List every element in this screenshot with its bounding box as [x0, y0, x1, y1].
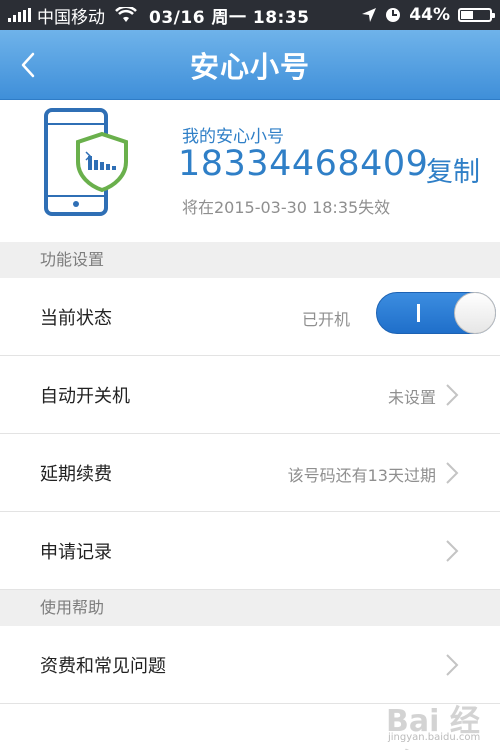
- row-current-status: 当前状态 已开机: [0, 278, 500, 356]
- row-renew[interactable]: 延期续费 该号码还有13天过期: [0, 434, 500, 512]
- secondary-phone-number: 18334468409: [178, 144, 429, 184]
- nav-bar: 安心小号: [0, 30, 500, 100]
- back-chevron-icon[interactable]: [14, 50, 44, 80]
- baidu-watermark: Bai 经验 jingyan.baidu.com: [386, 692, 496, 750]
- row-renew-value: 该号码还有13天过期: [287, 466, 436, 485]
- row-records[interactable]: 申请记录: [0, 512, 500, 590]
- row-renew-label: 延期续费: [40, 464, 112, 485]
- status-time: 03/16 周一 18:35: [149, 7, 310, 28]
- copy-button[interactable]: 复制: [426, 150, 480, 189]
- chevron-right-icon: [446, 540, 459, 562]
- chevron-right-icon: [446, 654, 459, 676]
- phone-shield-icon: [44, 108, 128, 216]
- section-header-settings: 功能设置: [0, 242, 500, 278]
- watermark-url: jingyan.baidu.com: [388, 732, 481, 743]
- signal-strength-icon: [8, 8, 31, 22]
- chevron-right-icon: [446, 462, 459, 484]
- number-card: 我的安心小号 18334468409 复制 将在2015-03-30 18:35…: [0, 100, 500, 242]
- toggle-knob[interactable]: [454, 292, 496, 334]
- toggle-on-indicator: [417, 304, 420, 322]
- row-current-status-label: 当前状态: [40, 308, 112, 329]
- row-auto-power-value: 未设置: [387, 388, 436, 407]
- row-records-label: 申请记录: [40, 542, 112, 563]
- wifi-icon: [115, 7, 137, 22]
- clock-icon: [386, 8, 401, 22]
- row-faq-label: 资费和常见问题: [40, 656, 166, 677]
- location-arrow-icon: [362, 8, 377, 22]
- chevron-right-icon: [446, 384, 459, 406]
- status-bar: 中国移动 03/16 周一 18:35 44%: [0, 0, 500, 30]
- page-title: 安心小号: [189, 49, 310, 84]
- row-auto-power-label: 自动开关机: [40, 386, 130, 407]
- power-toggle-switch[interactable]: [376, 292, 496, 334]
- carrier-name: 中国移动: [37, 7, 105, 28]
- expiration-text: 将在2015-03-30 18:35失效: [182, 198, 391, 217]
- battery-percent: 44%: [409, 5, 450, 25]
- battery-icon: [458, 8, 495, 22]
- section-header-help: 使用帮助: [0, 590, 500, 626]
- row-current-status-value: 已开机: [301, 310, 350, 329]
- row-auto-power[interactable]: 自动开关机 未设置: [0, 356, 500, 434]
